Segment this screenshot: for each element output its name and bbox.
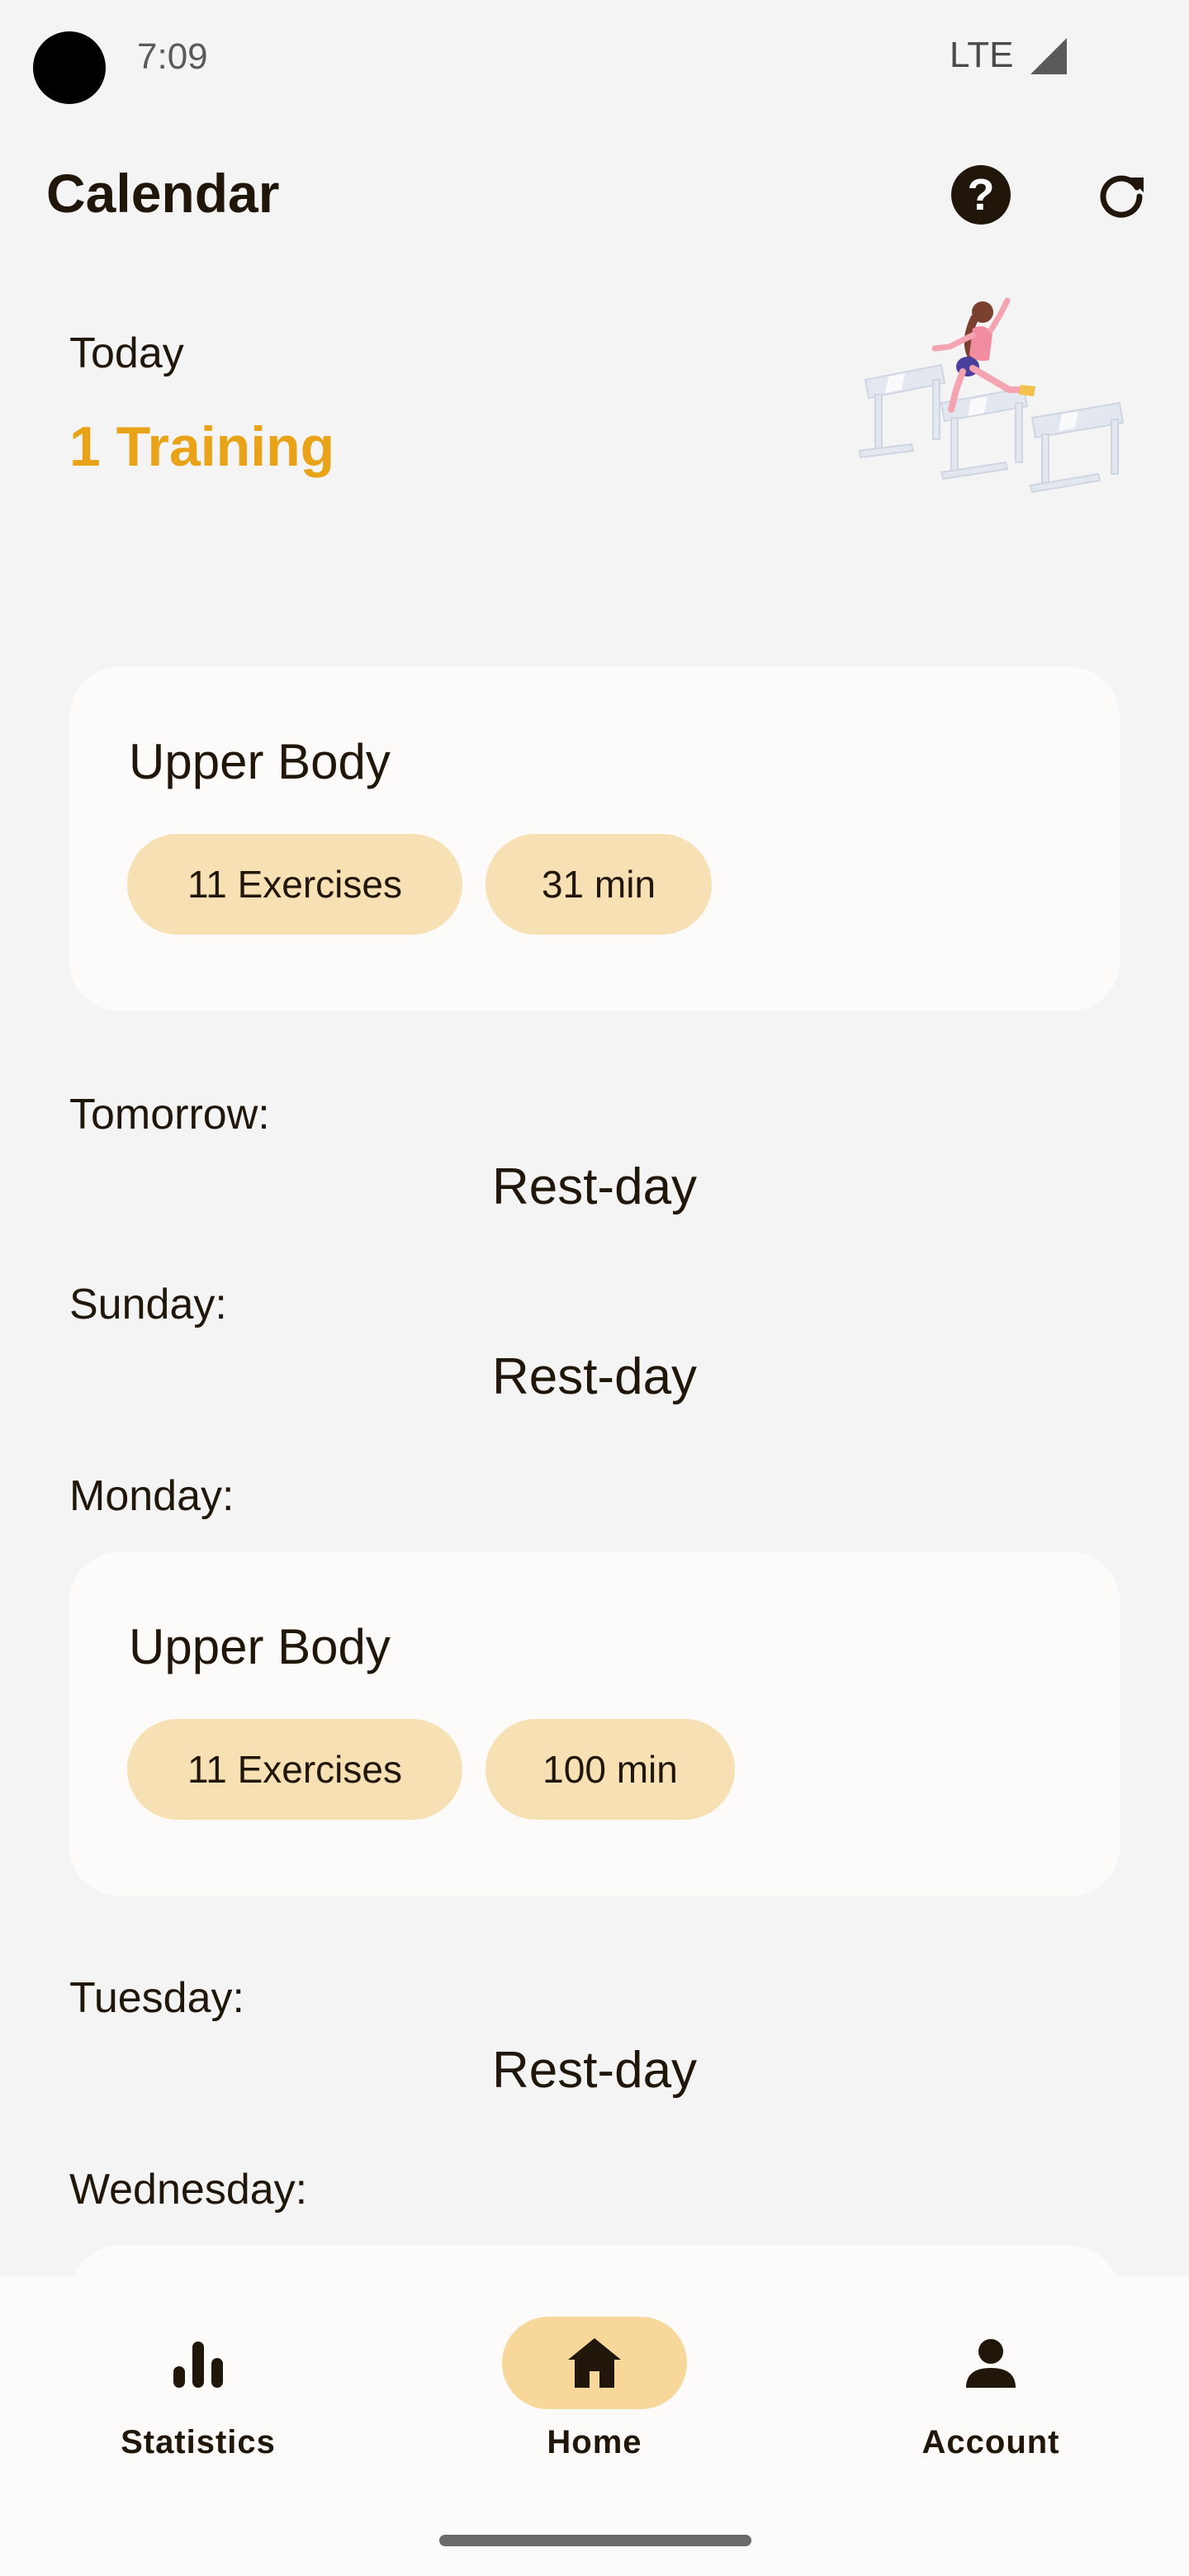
day-label-tomorrow: Tomorrow: (69, 1091, 270, 1139)
bottom-navigation: Statistics Home Account (0, 2275, 1189, 2576)
home-icon (568, 2338, 621, 2388)
gesture-home-indicator[interactable] (439, 2535, 751, 2546)
nav-label-home: Home (547, 2424, 642, 2460)
exercises-chip: 11 Exercises (127, 1719, 462, 1820)
help-icon: ? (967, 170, 995, 220)
signal-icon (1030, 38, 1067, 74)
status-time: 7:09 (137, 36, 208, 77)
nav-item-statistics[interactable]: Statistics (50, 2275, 347, 2490)
page-title: Calendar (46, 163, 280, 224)
training-title: Upper Body (129, 1619, 391, 1674)
training-card-monday[interactable]: Upper Body 11 Exercises 100 min (69, 1552, 1120, 1896)
rest-day-label: Rest-day (491, 1158, 698, 1215)
app-header: Calendar (0, 149, 1189, 239)
today-training-count: 1 Training (69, 415, 335, 478)
nav-label-account: Account (921, 2424, 1060, 2460)
person-icon (966, 2339, 1016, 2388)
hurdle-runner-illustration (859, 297, 1125, 494)
bar-chart-icon (173, 2342, 223, 2388)
duration-chip: 100 min (486, 1719, 735, 1820)
status-bar: 7:09 LTE (0, 0, 1189, 116)
day-label-monday: Monday: (69, 1472, 234, 1520)
day-label-tuesday: Tuesday: (69, 1974, 244, 2022)
refresh-icon (1100, 175, 1144, 218)
exercises-chip: 11 Exercises (127, 834, 462, 935)
training-title: Upper Body (129, 734, 391, 789)
nav-item-account[interactable]: Account (842, 2275, 1139, 2490)
network-type: LTE (950, 35, 1014, 75)
today-label: Today (69, 329, 184, 377)
nav-label-statistics: Statistics (121, 2424, 276, 2460)
rest-day-label: Rest-day (491, 2042, 698, 2099)
help-button[interactable]: ? (951, 165, 1011, 225)
camera-cutout (33, 31, 106, 104)
screen: 7:09 LTE Calendar ? Today 1 Training Upp… (0, 0, 1189, 2576)
rest-day-label: Rest-day (491, 1348, 698, 1405)
nav-item-home[interactable]: Home (446, 2275, 743, 2490)
day-label-wednesday: Wednesday: (69, 2166, 308, 2214)
refresh-button[interactable] (1088, 163, 1154, 230)
training-card-today[interactable]: Upper Body 11 Exercises 31 min (69, 667, 1120, 1011)
day-label-sunday: Sunday: (69, 1281, 227, 1328)
duration-chip: 31 min (486, 834, 712, 935)
